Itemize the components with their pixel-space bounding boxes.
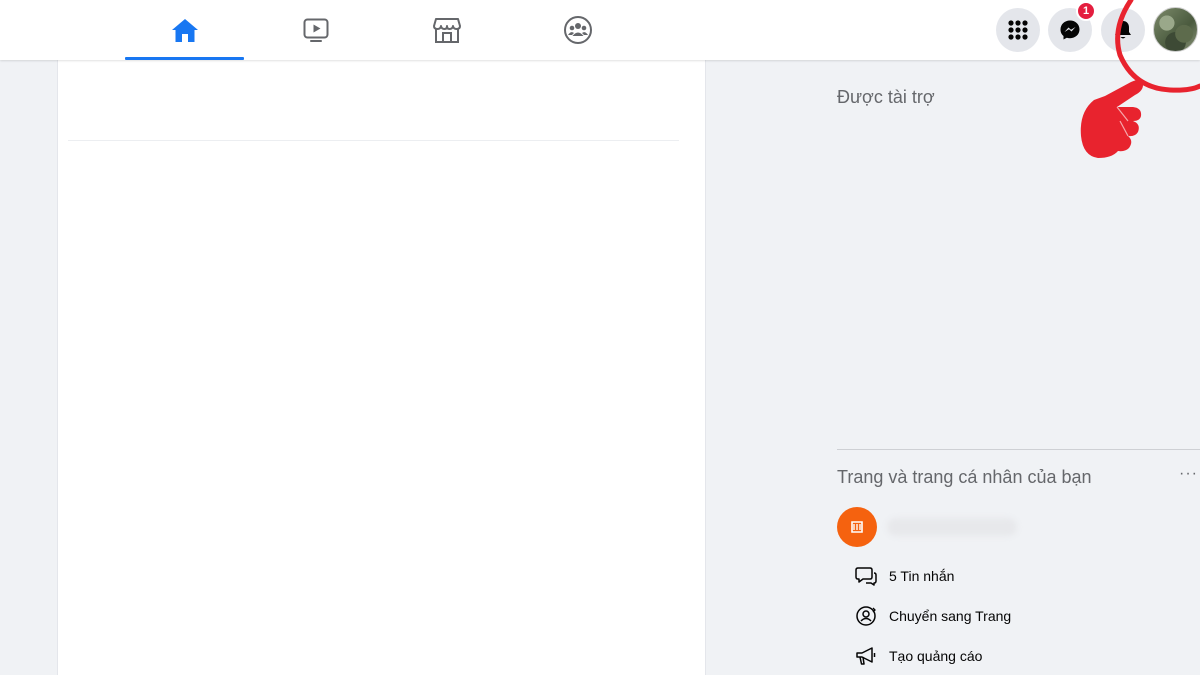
messenger-badge: 1 — [1076, 1, 1096, 21]
bell-icon — [1115, 21, 1131, 39]
megaphone-icon — [856, 647, 876, 665]
active-tab-indicator — [125, 57, 244, 60]
section-divider — [837, 449, 1200, 450]
switch-profile-icon — [856, 606, 876, 626]
menu-button[interactable] — [996, 8, 1040, 52]
messenger-icon — [1060, 20, 1080, 40]
messenger-button[interactable]: 1 — [1048, 1, 1096, 52]
notifications-button[interactable] — [1101, 8, 1145, 52]
page-logo-icon — [851, 521, 863, 533]
messages-link[interactable]: 5 Tin nhắn — [855, 563, 954, 589]
create-ad-link[interactable]: Tạo quảng cáo — [855, 643, 982, 669]
tab-watch[interactable] — [256, 0, 375, 60]
groups-icon — [563, 16, 592, 44]
tab-groups[interactable] — [518, 0, 637, 60]
switch-profile-link[interactable]: Chuyển sang Trang — [855, 603, 1011, 629]
pages-heading: Trang và trang cá nhân của bạn — [837, 467, 1092, 487]
messages-label: 5 Tin nhắn — [889, 568, 955, 584]
sponsored-heading: Được tài trợ — [837, 87, 935, 107]
page-avatar[interactable] — [837, 507, 877, 547]
more-options-button[interactable]: ··· — [1179, 465, 1198, 483]
switch-profile-label: Chuyển sang Trang — [889, 608, 1012, 624]
page-name-redacted[interactable] — [887, 518, 1017, 536]
message-icon — [855, 567, 877, 586]
profile-avatar[interactable] — [1153, 7, 1198, 52]
feed-divider — [68, 140, 679, 141]
tab-marketplace[interactable] — [387, 0, 506, 60]
video-icon — [303, 18, 328, 42]
grid-menu-icon — [1008, 20, 1028, 40]
create-ad-label: Tạo quảng cáo — [889, 648, 983, 664]
right-sidebar: Được tài trợ Trang và trang cá nhân của … — [707, 60, 1200, 675]
top-navigation-bar: 1 — [0, 0, 1200, 60]
main-feed-column — [57, 60, 706, 675]
home-icon — [171, 19, 198, 42]
tab-home[interactable] — [125, 0, 244, 60]
marketplace-icon — [432, 18, 461, 43]
